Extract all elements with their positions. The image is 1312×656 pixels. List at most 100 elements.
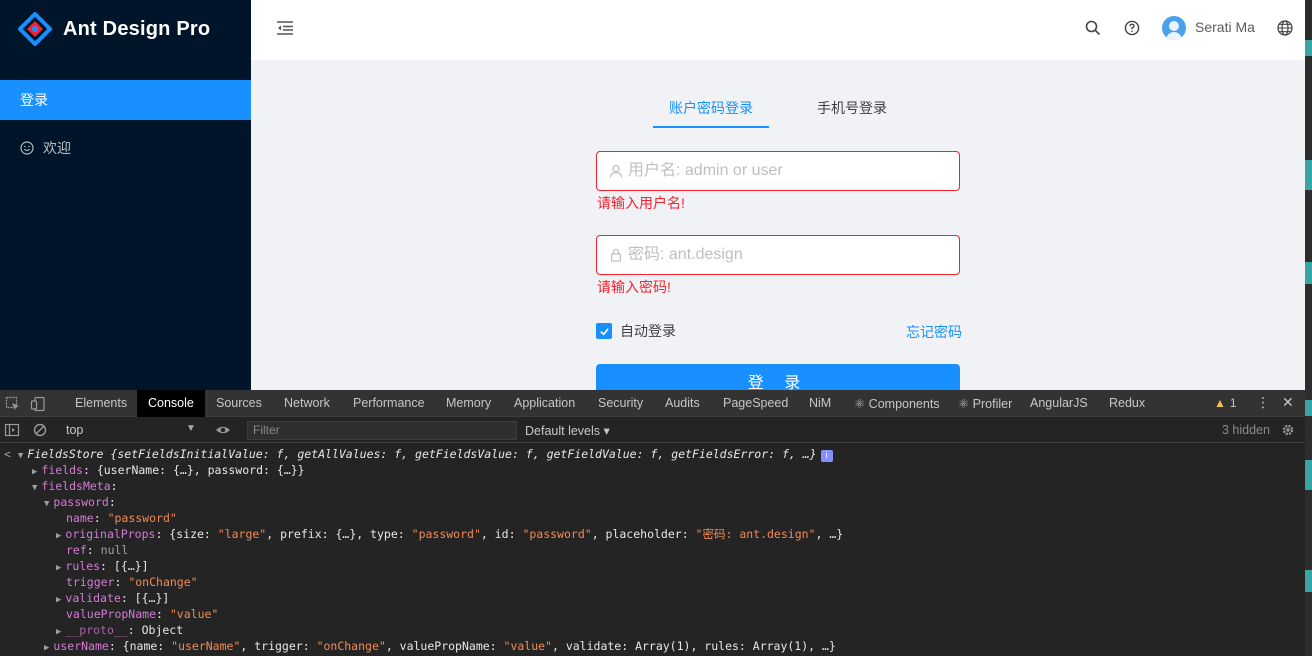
devtools-tab-redux[interactable]: Redux (1109, 396, 1145, 410)
devtools-tab-nim[interactable]: NiM (809, 396, 831, 410)
devtools-tab-audits[interactable]: Audits (665, 396, 700, 410)
prop-value: "password" (107, 511, 177, 525)
sidebar: Ant Design Pro 登录 欢迎 (0, 0, 251, 390)
console-row[interactable]: ▶ userName: {name: "userName", trigger: "… (44, 638, 836, 656)
expand-triangle-icon: ▼ (17, 451, 24, 461)
devtools-tab-performance[interactable]: Performance (353, 396, 425, 410)
console-row: ref: null (66, 543, 129, 557)
result-arrow: < (4, 447, 18, 461)
execution-context-select[interactable]: top (66, 423, 83, 437)
devtools-tab-security[interactable]: Security (598, 396, 643, 410)
prop-value: , …} (815, 527, 844, 541)
prop-value: "large" (217, 527, 267, 541)
devtools-tab-sources[interactable]: Sources (216, 396, 262, 410)
devtools-tab-network[interactable]: Network (284, 396, 330, 410)
edge-mark (1305, 460, 1312, 490)
show-sidebar-icon[interactable] (4, 422, 20, 438)
devtools-tab-console[interactable]: Console (137, 390, 205, 417)
username-field[interactable] (596, 151, 960, 191)
clear-console-icon[interactable] (32, 422, 48, 438)
auto-login-checkbox[interactable] (596, 323, 612, 339)
username-input[interactable] (628, 162, 948, 180)
check-icon (599, 327, 609, 335)
info-icon: i (820, 450, 833, 462)
smile-icon (20, 141, 34, 155)
search-icon[interactable] (1084, 19, 1102, 37)
gear-icon[interactable] (1280, 422, 1296, 438)
password-field[interactable] (596, 235, 960, 275)
globe-icon[interactable] (1276, 19, 1294, 37)
brand-title: Ant Design Pro (63, 17, 211, 40)
brand-logo[interactable]: Ant Design Pro (18, 12, 210, 46)
object-name: FieldsStore (27, 447, 104, 461)
warnings-counter[interactable]: ▲ 1 (1214, 396, 1237, 410)
login-button[interactable]: 登 录 (596, 364, 960, 390)
menu-fold-icon[interactable] (275, 18, 295, 38)
prop-value: "onChange" (316, 639, 386, 653)
console-filter-input[interactable]: Filter (247, 421, 517, 440)
expand-triangle-icon: ▼ (44, 499, 50, 509)
prop-value: "value" (503, 639, 552, 653)
sidebar-item-login[interactable]: 登录 (0, 80, 251, 120)
prop-value: [{…}] (134, 591, 170, 605)
prop-value: , trigger: (240, 639, 317, 653)
console-toolbar: top ▼ Filter Default levels ▾ 3 hidden (0, 418, 1305, 443)
devtools-tab-pagespeed[interactable]: PageSpeed (723, 396, 788, 410)
prop-value: "onChange" (128, 575, 198, 589)
prop-value: , placeholder: (591, 527, 696, 541)
sidebar-item-label: 登录 (20, 92, 48, 108)
devtools-tab-angularjs[interactable]: AngularJS (1030, 396, 1088, 410)
tab-mobile-login[interactable]: 手机号登录 (817, 98, 887, 118)
forgot-password-link[interactable]: 忘记密码 (906, 322, 962, 342)
sidebar-item-label: 欢迎 (43, 140, 71, 156)
tab-account-login[interactable]: 账户密码登录 (669, 98, 753, 118)
top-header: Serati Ma (251, 0, 1305, 60)
prop-key: validate (65, 591, 121, 605)
warnings-count: 1 (1229, 396, 1237, 410)
edge-mark (1305, 160, 1312, 190)
device-toolbar-icon[interactable] (30, 396, 46, 412)
collapse-triangle-icon: ▶ (56, 627, 62, 637)
collapse-triangle-icon: ▶ (56, 563, 62, 573)
adjacent-window-edge (1305, 0, 1312, 656)
object-preview: {setFieldsInitialValue: f, getAllValues:… (110, 447, 817, 461)
eye-icon[interactable] (215, 422, 231, 438)
password-input[interactable] (628, 246, 948, 264)
tab-ink-bar (653, 126, 769, 128)
prop-value: null (100, 543, 129, 557)
prop-value: "userName" (171, 639, 241, 653)
sidebar-item-welcome[interactable]: 欢迎 (0, 128, 251, 168)
prop-key: trigger (66, 575, 115, 589)
expand-triangle-icon: ▼ (32, 483, 38, 493)
console-row: trigger: "onChange" (66, 575, 198, 589)
edge-mark (1305, 400, 1312, 416)
login-tabs: 账户密码登录 手机号登录 (651, 90, 911, 128)
devtools-tab-memory[interactable]: Memory (446, 396, 491, 410)
help-icon[interactable] (1123, 19, 1141, 37)
avatar[interactable] (1162, 16, 1186, 40)
more-options-icon[interactable]: ⋮ (1256, 394, 1270, 411)
main-content: 账户密码登录 手机号登录 请输入用户名! 请输入密码! (251, 60, 1305, 390)
devtools-tab-application[interactable]: Application (514, 396, 575, 410)
inspect-element-icon[interactable] (5, 396, 21, 412)
lock-icon (610, 248, 622, 262)
user-icon (609, 164, 623, 178)
log-levels-select[interactable]: Default levels ▾ (525, 423, 610, 438)
prop-key: fields (41, 463, 83, 477)
prop-value: {size: (169, 527, 218, 541)
devtools-tab-elements[interactable]: Elements (75, 396, 127, 410)
prop-value: , prefix: {…}, type: (266, 527, 412, 541)
user-name[interactable]: Serati Ma (1195, 19, 1255, 35)
prop-value: {name: (122, 639, 172, 653)
console-row: name: "password" (66, 511, 177, 525)
devtools-tab-components[interactable]: ⚛ Components (854, 396, 940, 411)
prop-value: "密码: ant.design" (695, 527, 816, 541)
chevron-down-icon: ▼ (186, 423, 196, 434)
auto-login[interactable]: 自动登录 (596, 321, 676, 341)
close-icon[interactable]: ✕ (1282, 394, 1294, 411)
prop-key: valuePropName (66, 607, 157, 621)
username-error: 请输入用户名! (597, 195, 685, 211)
devtools-tab-profiler[interactable]: ⚛ Profiler (958, 396, 1012, 411)
user-avatar-icon (1162, 16, 1186, 40)
console-row[interactable]: ▶ originalProps: {size: "large", prefix: … (56, 526, 843, 544)
